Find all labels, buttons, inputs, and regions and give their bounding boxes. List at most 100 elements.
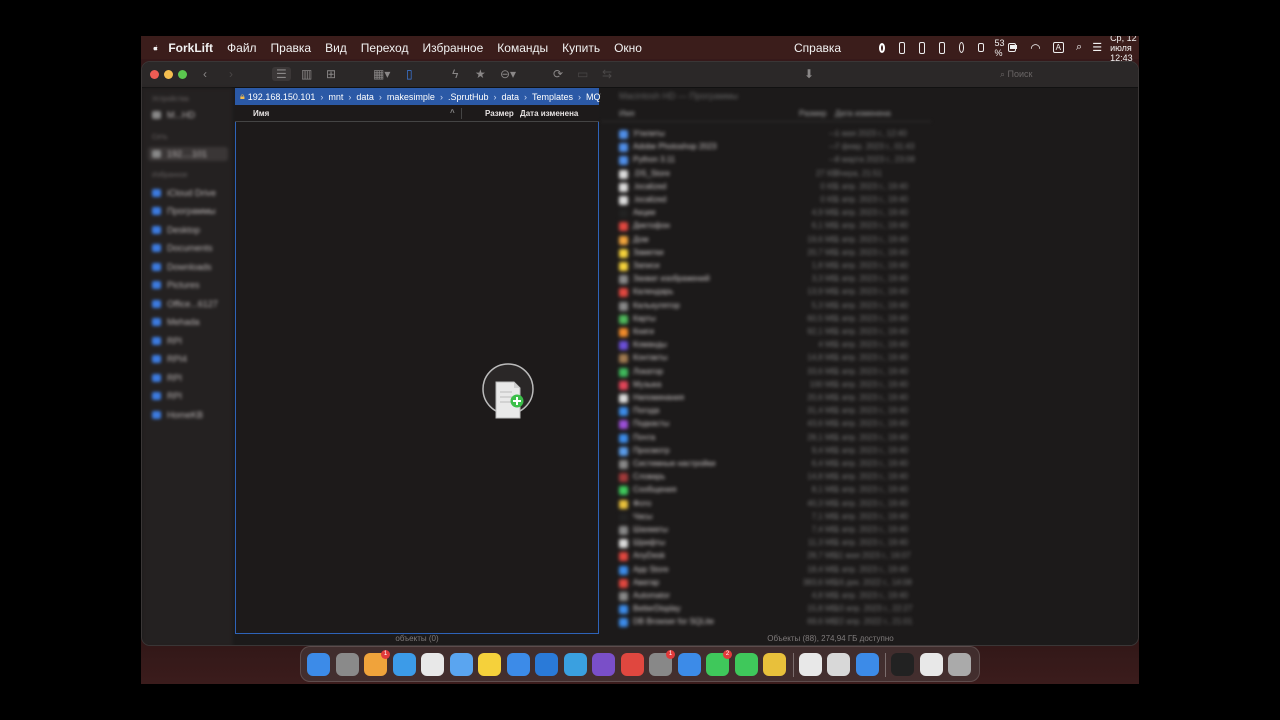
list-view-icon[interactable]: ☰ [272, 67, 291, 81]
list-item[interactable]: BetterDisplay 15,8 МБ 10 апр. 2023 г., 22:… [601, 603, 921, 616]
path-crumb[interactable]: .SprutHub [448, 92, 489, 102]
path-crumb[interactable]: data [501, 92, 519, 102]
dock-proxyman-icon[interactable] [855, 653, 879, 676]
list-item[interactable]: Заметки 20,7 МБ 1 апр. 2023 г., 19:40 [601, 247, 921, 260]
sort-chevron-icon[interactable]: ^ [450, 108, 455, 117]
list-item[interactable]: Дом 19,6 МБ 1 апр. 2023 г., 19:40 [601, 234, 921, 247]
favorite-icon[interactable]: ★ [475, 67, 486, 81]
path-crumb[interactable]: mnt [328, 92, 343, 102]
search-field[interactable]: ⌕ Поиск [1000, 67, 1130, 82]
dock-app-store-icon[interactable] [506, 653, 530, 676]
list-item[interactable]: Утилиты —1 мая 2023 г., 12:40 [601, 128, 921, 141]
dock-vscode-icon[interactable] [535, 653, 558, 676]
dock-notes-icon[interactable] [478, 653, 501, 676]
list-item[interactable]: .localized 0 КБ 1 апр. 2023 г., 19:40 [601, 194, 921, 207]
menu-go[interactable]: Переход [361, 41, 409, 55]
list-item[interactable]: Часы 7,1 МБ 1 апр. 2023 г., 19:40 [601, 511, 921, 524]
sidebar-item-rpi4[interactable]: RPI4 [152, 354, 187, 364]
column-date[interactable]: Дата изменена [520, 109, 578, 118]
list-item[interactable]: Automator 4,8 МБ 1 апр. 2023 г., 19:40 [601, 590, 921, 603]
sidebar-item-icloud[interactable]: iCloud Drive [152, 188, 216, 198]
dock-finder-icon[interactable] [307, 653, 330, 676]
sidebar-item-rpi-2[interactable]: RPI [152, 373, 182, 383]
dock-telegram-icon[interactable] [563, 653, 587, 676]
list-item[interactable]: Шахматы 7,4 МБ 1 апр. 2023 г., 19:40 [601, 524, 921, 537]
list-item[interactable]: Локатор 33,6 МБ 1 апр. 2023 г., 19:40 [601, 366, 921, 379]
back-icon[interactable]: ‹ [203, 67, 207, 81]
list-item[interactable]: DB Browser for SQLite 69,6 МБ 22 апр. 2022… [601, 616, 921, 629]
zoom-window-button[interactable] [178, 70, 187, 79]
list-item[interactable]: Подкасты 43,6 МБ 1 апр. 2023 г., 19:40 [601, 418, 921, 431]
list-item[interactable]: .localized 0 КБ 1 апр. 2023 г., 19:40 [601, 181, 921, 194]
menu-favorites[interactable]: Избранное [422, 41, 483, 55]
sidebar-item-pictures[interactable]: Pictures [152, 280, 200, 290]
list-item[interactable]: Системные настройки 6,4 МБ 1 апр. 2023 г.,… [601, 458, 921, 471]
menu-file[interactable]: Файл [227, 41, 257, 55]
list-item[interactable]: Adobe Photoshop 2023 —7 февр. 2023 г., 01… [601, 141, 921, 154]
menu-help[interactable]: Справка [794, 41, 841, 55]
list-item[interactable]: Карты 60,5 МБ 1 апр. 2023 г., 19:40 [601, 313, 921, 326]
minimize-window-button[interactable] [164, 70, 173, 79]
list-item[interactable]: Напоминания 20,6 МБ 1 апр. 2023 г., 19:40 [601, 392, 921, 405]
menu-window[interactable]: Окно [614, 41, 642, 55]
dock-mail-icon[interactable] [449, 653, 473, 676]
group-icon[interactable]: ▦▾ [373, 67, 390, 81]
list-item[interactable]: Шрифты 11,3 МБ 1 апр. 2023 г., 19:40 [601, 537, 921, 550]
dock-messages-icon[interactable] [734, 653, 758, 676]
sidebar-item-rpi-3[interactable]: RPI [152, 391, 182, 401]
list-item[interactable]: Сообщения 8,1 МБ 1 апр. 2023 г., 19:40 [601, 484, 921, 497]
keyboard-icon[interactable] [978, 43, 985, 52]
menu-commands[interactable]: Команды [497, 41, 548, 55]
dock-terminal-icon[interactable] [891, 653, 914, 676]
control-center-icon[interactable]: ☰ [1092, 41, 1102, 54]
list-item[interactable]: Просмотр 9,4 МБ 1 апр. 2023 г., 19:40 [601, 445, 921, 458]
list-item[interactable]: Акции 4,9 МБ 1 апр. 2023 г., 19:40 [601, 207, 921, 220]
list-item[interactable]: Музыка 100 МБ 1 апр. 2023 г., 19:40 [601, 379, 921, 392]
list-item[interactable]: Калькулятор 5,3 МБ 1 апр. 2023 г., 19:40 [601, 300, 921, 313]
sidebar-item-office[interactable]: Office...6127 [152, 299, 218, 309]
battery-icon[interactable] [1008, 43, 1018, 52]
close-window-button[interactable] [150, 70, 159, 79]
column-name[interactable]: Имя [253, 109, 269, 118]
sidebar-item-homekb[interactable]: HomeKB [152, 410, 203, 420]
record-icon[interactable] [879, 42, 886, 53]
column-name[interactable]: Имя [619, 109, 635, 118]
list-item[interactable]: Книги 92,1 МБ 1 апр. 2023 г., 19:40 [601, 326, 921, 339]
right-path-bar[interactable]: Macintosh HD — Программы [619, 91, 738, 101]
list-item[interactable]: Python 3.11 —8 марта 2023 г., 23:08 [601, 154, 921, 167]
dock-forklift-icon[interactable] [763, 653, 786, 676]
compare-icon[interactable]: ⇆ [602, 67, 612, 81]
list-item[interactable]: AnyDesk 28,7 МБ 11 мая 2023 г., 16:07 [601, 550, 921, 563]
column-date[interactable]: Дата изменена [835, 109, 891, 118]
more-actions-icon[interactable]: ⊖▾ [500, 67, 516, 81]
menubar-clock[interactable]: Ср, 12 июля 12:43 [1110, 36, 1139, 63]
preview-icon[interactable]: ▭ [577, 67, 588, 81]
sidebar-item-downloads[interactable]: Downloads [152, 262, 212, 272]
sidebar-item-documents[interactable]: Documents [152, 243, 213, 253]
list-item[interactable]: Контакты 14,8 МБ 1 апр. 2023 г., 19:40 [601, 352, 921, 365]
sidebar-item-mehada[interactable]: Mehada [152, 317, 200, 327]
sidebar-item-rpi[interactable]: RPI [152, 336, 182, 346]
dock-reminders-icon[interactable] [798, 653, 822, 676]
quick-actions-icon[interactable]: ϟ [452, 67, 458, 81]
path-crumb[interactable]: 192.168.150.101 [248, 92, 316, 102]
wifi-icon[interactable]: ◠ [1030, 41, 1040, 55]
dock-safari-icon[interactable] [392, 653, 416, 676]
list-item[interactable]: Словарь 14,8 МБ 1 апр. 2023 г., 19:40 [601, 471, 921, 484]
layout-icon[interactable] [899, 41, 906, 54]
sidebar-item-desktop[interactable]: Desktop [152, 225, 200, 235]
list-item[interactable]: Захват изображений 3,3 МБ 1 апр. 2023 г., … [601, 273, 921, 286]
input-source-indicator[interactable]: A [1052, 42, 1065, 53]
list-item[interactable]: Почта 28,1 МБ 1 апр. 2023 г., 19:40 [601, 432, 921, 445]
sidebar-item-applications[interactable]: Программы [152, 206, 216, 216]
sidebar-item-server[interactable]: 192....101 [148, 147, 228, 161]
menu-edit[interactable]: Правка [271, 41, 312, 55]
list-item[interactable]: Команды 4 МБ 1 апр. 2023 г., 19:40 [601, 339, 921, 352]
list-item[interactable]: Записи 1,8 МБ 1 апр. 2023 г., 19:40 [601, 260, 921, 273]
dock-github-desktop-icon[interactable] [592, 653, 615, 676]
download-icon[interactable]: ⬇ [804, 67, 814, 81]
tasks-icon[interactable] [938, 41, 945, 54]
dock-yandex-browser-icon[interactable] [421, 653, 444, 676]
dock-trash-icon[interactable] [948, 653, 971, 676]
sync-icon[interactable]: ⟳ [553, 67, 563, 81]
